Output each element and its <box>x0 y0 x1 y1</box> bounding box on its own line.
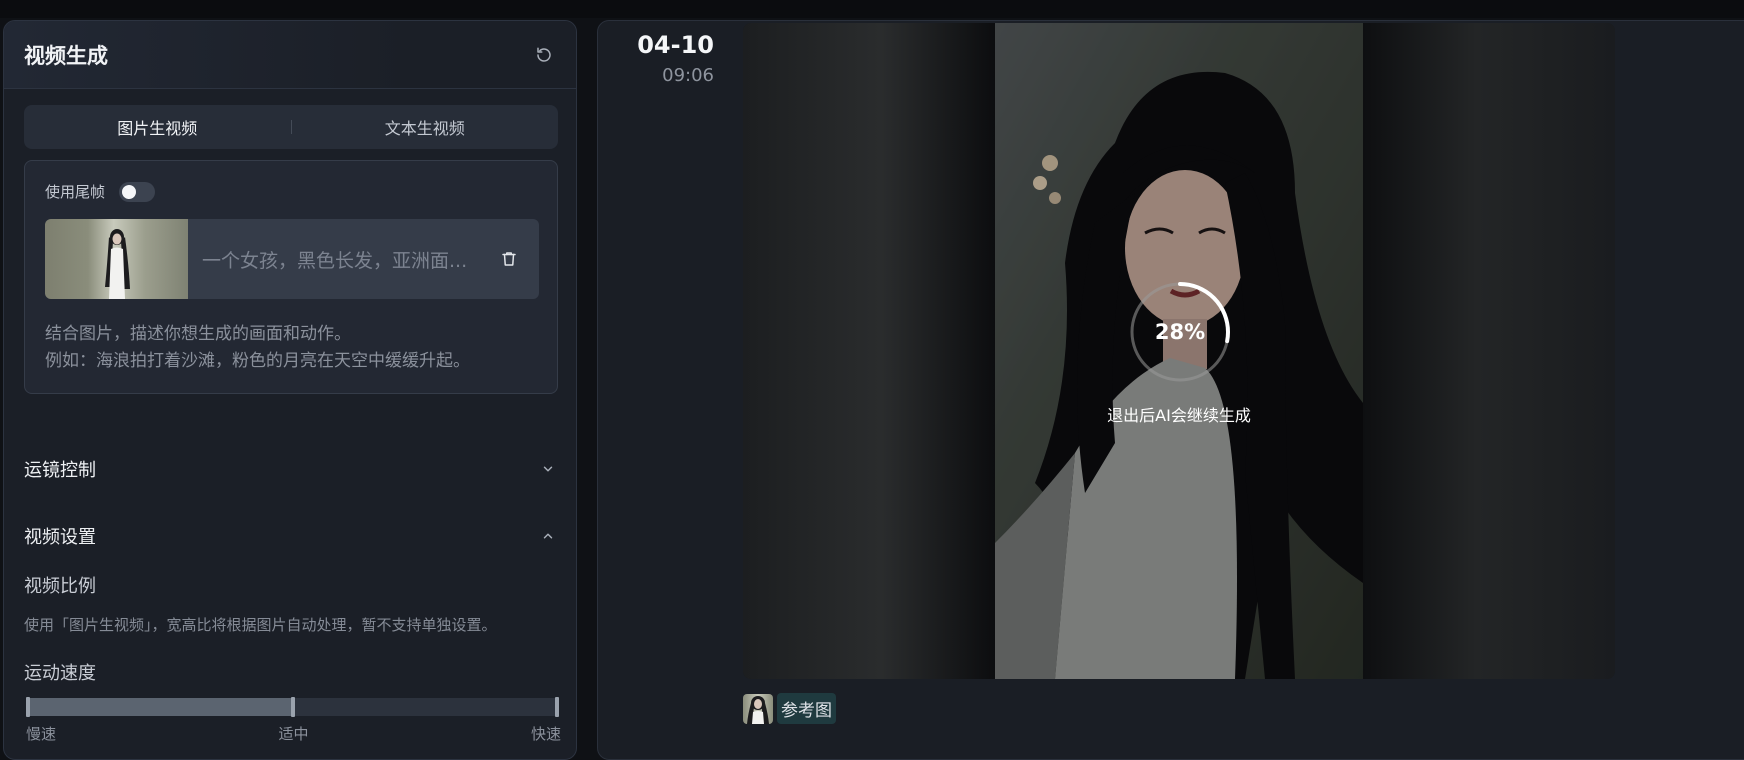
video-preview[interactable]: 28% 退出后AI会继续生成 <box>743 23 1615 679</box>
speed-label-slow: 慢速 <box>26 725 57 743</box>
results-panel: 04-10 09:06 28% 退出后AI会继续生成 参考图 <box>597 20 1744 760</box>
reference-thumbnail <box>743 693 773 724</box>
chevron-up-icon <box>538 526 558 546</box>
reference-image-chip[interactable]: 参考图 <box>743 693 836 724</box>
video-ratio-title: 视频比例 <box>24 576 96 597</box>
video-ratio-description: 使用「图片生视频」，宽高比将根据图片自动处理，暂不支持单独设置。 <box>24 616 497 634</box>
task-time: 09:06 <box>662 65 714 86</box>
progress-note: 退出后AI会继续生成 <box>1107 406 1251 425</box>
slider-mark-start <box>26 697 30 717</box>
hint-line-2: 例如：海浪拍打着沙滩，粉色的月亮在天空中缓缓升起。 <box>45 351 470 371</box>
refresh-icon[interactable] <box>532 43 556 67</box>
reference-image-label: 参考图 <box>777 693 836 724</box>
top-bar <box>0 0 1744 18</box>
uploaded-image-row: 一个女孩，黑色长发，亚洲面... <box>45 219 539 299</box>
progress-percentage: 28% <box>1154 320 1206 344</box>
trash-icon[interactable] <box>489 239 529 279</box>
tail-frame-label: 使用尾帧 <box>45 183 106 201</box>
video-settings-section[interactable]: 视频设置 <box>24 516 558 556</box>
slider-handle[interactable] <box>291 697 295 717</box>
motion-speed-title: 运动速度 <box>24 663 96 684</box>
hint-line-1: 结合图片，描述你想生成的画面和动作。 <box>45 324 351 344</box>
mode-tabs: 图片生视频 文本生视频 <box>24 105 558 149</box>
tail-frame-toggle[interactable] <box>119 181 156 202</box>
video-settings-title: 视频设置 <box>24 527 96 548</box>
task-date: 04-10 <box>637 31 714 59</box>
camera-control-section[interactable]: 运镜控制 <box>24 449 558 489</box>
camera-control-title: 运镜控制 <box>24 460 96 481</box>
speed-label-fast: 快速 <box>530 725 561 743</box>
chevron-down-icon <box>538 459 558 479</box>
generation-panel: 视频生成 图片生视频 文本生视频 使用尾帧 一个女孩，黑色长发，亚洲面... 结… <box>3 20 577 760</box>
speed-labels: 慢速 适中 快速 <box>26 723 561 744</box>
toggle-knob <box>122 184 137 199</box>
motion-speed-slider[interactable] <box>26 697 559 717</box>
panel-title: 视频生成 <box>24 43 108 68</box>
prompt-hint: 结合图片，描述你想生成的画面和动作。 例如：海浪拍打着沙滩，粉色的月亮在天空中缓… <box>45 321 470 375</box>
prompt-input[interactable]: 一个女孩，黑色长发，亚洲面... <box>188 246 489 273</box>
blurred-background-left <box>743 23 995 679</box>
tail-frame-row: 使用尾帧 <box>45 181 156 202</box>
portrait-figure-icon <box>105 229 130 299</box>
panel-header: 视频生成 <box>4 21 576 89</box>
blurred-background-right <box>1363 23 1615 679</box>
slider-mark-end <box>555 697 559 717</box>
image-prompt-card: 使用尾帧 一个女孩，黑色长发，亚洲面... 结合图片，描述你想生成的画面和动作。… <box>24 160 558 394</box>
tab-image-to-video[interactable]: 图片生视频 <box>24 109 291 145</box>
slider-fill <box>26 698 293 716</box>
speed-label-medium: 适中 <box>278 725 309 743</box>
uploaded-image-thumbnail[interactable] <box>45 219 188 299</box>
tab-text-to-video[interactable]: 文本生视频 <box>292 109 559 145</box>
